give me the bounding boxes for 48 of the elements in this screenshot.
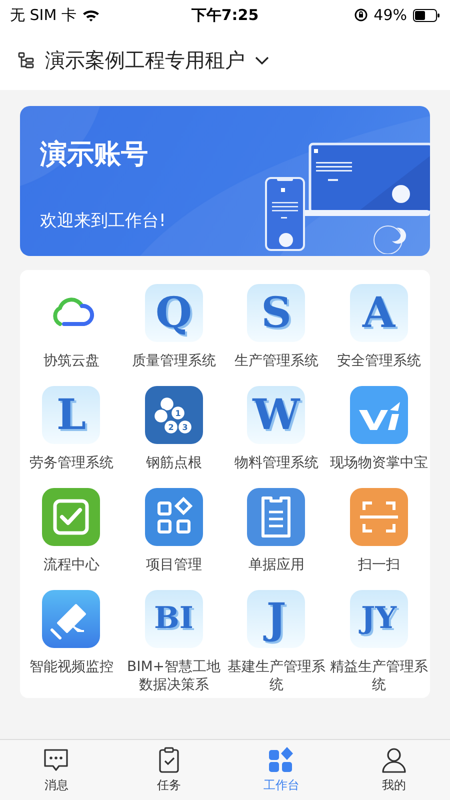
tab-button[interactable]: 任务 bbox=[112, 740, 225, 800]
logo-icon bbox=[350, 386, 408, 444]
app-button[interactable]: 单据应用 bbox=[225, 488, 328, 574]
app-logo: JY bbox=[350, 590, 408, 648]
clipboard-icon bbox=[247, 488, 306, 546]
app-logo: A bbox=[350, 284, 408, 342]
carrier-text: 无 SIM 卡 bbox=[10, 6, 76, 24]
banner-title: 演示账号 bbox=[40, 138, 148, 172]
app-button[interactable]: 流程中心 bbox=[20, 488, 122, 574]
modules-icon bbox=[144, 488, 203, 546]
scan-icon bbox=[350, 488, 408, 546]
chevron-down-icon bbox=[255, 56, 269, 64]
org-tree-icon bbox=[18, 52, 35, 68]
app-button[interactable]: S 生产管理系统 bbox=[225, 284, 328, 370]
tab-button[interactable]: 工作台 bbox=[225, 740, 338, 800]
user-icon bbox=[380, 746, 407, 772]
wifi-icon bbox=[82, 8, 100, 22]
app-button[interactable]: Q 质量管理系统 bbox=[122, 284, 225, 370]
clock-text: 下午7:25 bbox=[191, 6, 259, 24]
app-button[interactable]: 现场物资掌中宝 bbox=[328, 386, 430, 472]
checkbox-icon bbox=[42, 488, 100, 546]
app-button[interactable]: 1 2 3 钢筋点根 bbox=[122, 386, 225, 472]
app-logo: W bbox=[247, 386, 306, 444]
tab-button[interactable]: 消息 bbox=[0, 740, 112, 800]
app-button[interactable]: 协筑云盘 bbox=[20, 284, 122, 370]
tab-button[interactable]: 我的 bbox=[338, 740, 450, 800]
app-button[interactable]: J 基建生产管理系统 bbox=[225, 590, 328, 694]
app-button[interactable]: W 物料管理系统 bbox=[225, 386, 328, 472]
app-button[interactable]: 项目管理 bbox=[122, 488, 225, 574]
app-logo: S bbox=[247, 284, 306, 342]
app-logo: Q bbox=[144, 284, 203, 342]
rebar-count-icon: 1 2 3 bbox=[144, 386, 203, 444]
app-logo: BI bbox=[144, 590, 203, 648]
chat-icon bbox=[43, 746, 70, 772]
app-button[interactable]: BI BIM+智慧工地数据决策系 bbox=[122, 590, 225, 694]
battery-icon bbox=[413, 8, 440, 22]
app-button[interactable]: A 安全管理系统 bbox=[328, 284, 430, 370]
battery-percent: 49% bbox=[374, 6, 407, 24]
app-logo: L bbox=[42, 386, 100, 444]
app-button[interactable]: L 劳务管理系统 bbox=[20, 386, 122, 472]
app-button[interactable]: 扫一扫 bbox=[328, 488, 430, 574]
banner-subtitle: 欢迎来到工作台! bbox=[40, 210, 166, 232]
rotation-lock-icon bbox=[354, 8, 368, 22]
workbench-icon bbox=[268, 746, 294, 772]
app-logo: J bbox=[247, 590, 306, 648]
security-camera-icon bbox=[42, 590, 100, 648]
app-button[interactable]: JY 精益生产管理系统 bbox=[328, 590, 430, 694]
app-button[interactable]: 智能视频监控 bbox=[20, 590, 122, 694]
